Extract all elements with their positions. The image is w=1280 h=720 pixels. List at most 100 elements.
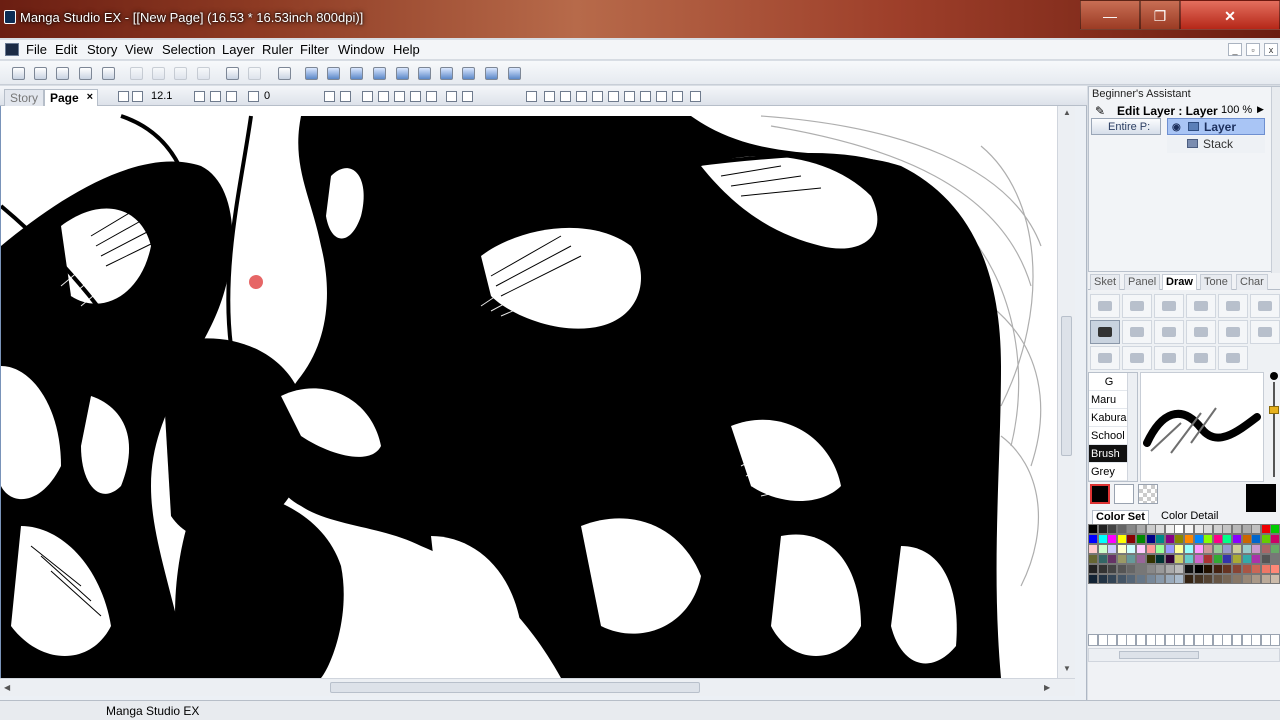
palette-color-cell[interactable] xyxy=(1164,564,1175,574)
palette-color-cell[interactable] xyxy=(1136,554,1146,564)
palette-color-cell[interactable] xyxy=(1203,554,1214,564)
palette-color-cell[interactable] xyxy=(1088,574,1098,584)
fit-page-icon[interactable] xyxy=(118,91,129,102)
palette-color-cell[interactable] xyxy=(1155,554,1166,564)
palette-color-cell[interactable] xyxy=(1164,534,1175,544)
palette-color-cell[interactable] xyxy=(1270,534,1280,544)
empty-color-slot[interactable] xyxy=(1241,634,1252,646)
palette-color-cell[interactable] xyxy=(1126,524,1137,534)
palette-color-cell[interactable] xyxy=(1222,524,1233,534)
redo-icon[interactable] xyxy=(248,67,261,80)
tab-sketch[interactable]: Sket xyxy=(1090,274,1121,290)
palette-color-cell[interactable] xyxy=(1203,564,1214,574)
tool-options-icon[interactable] xyxy=(327,67,340,80)
tab-close-icon[interactable]: × xyxy=(87,91,93,103)
new-story-icon[interactable] xyxy=(34,67,47,80)
palette-color-cell[interactable] xyxy=(1193,574,1204,584)
palette-color-cell[interactable] xyxy=(1126,534,1137,544)
palette-color-cell[interactable] xyxy=(1145,554,1156,564)
palette-color-cell[interactable] xyxy=(1116,564,1127,574)
preset-kabura[interactable]: Kabura xyxy=(1089,409,1127,427)
line-select-tool-icon[interactable] xyxy=(1186,294,1216,318)
preset-maru[interactable]: Maru xyxy=(1089,391,1127,409)
palette-color-cell[interactable] xyxy=(1251,544,1262,554)
show-rulers-icon[interactable] xyxy=(362,91,373,102)
empty-color-slot[interactable] xyxy=(1116,634,1127,646)
palette-color-cell[interactable] xyxy=(1232,534,1242,544)
palette-color-cell[interactable] xyxy=(1193,544,1204,554)
menu-window[interactable]: Window xyxy=(338,42,384,57)
palette-color-cell[interactable] xyxy=(1097,544,1108,554)
layer-row-stack[interactable]: Stack xyxy=(1167,136,1265,153)
panel-scroll-thumb[interactable] xyxy=(1119,651,1199,659)
palette-color-cell[interactable] xyxy=(1116,524,1127,534)
guide-snap-icon[interactable] xyxy=(672,91,683,102)
visibility-eye-icon[interactable]: ◉ xyxy=(1172,119,1181,136)
drawing-canvas[interactable] xyxy=(0,106,1057,678)
palette-color-cell[interactable] xyxy=(1222,544,1233,554)
menu-view[interactable]: View xyxy=(125,42,153,57)
copy-icon[interactable] xyxy=(152,67,165,80)
palette-color-cell[interactable] xyxy=(1270,544,1280,554)
pen-tool-icon[interactable] xyxy=(1090,320,1120,344)
save-icon[interactable] xyxy=(79,67,92,80)
fill-mode-icon[interactable] xyxy=(560,91,571,102)
empty-color-slot[interactable] xyxy=(1136,634,1146,646)
show-grid-icon[interactable] xyxy=(394,91,405,102)
palette-color-cell[interactable] xyxy=(1193,524,1204,534)
empty-color-slot[interactable] xyxy=(1155,634,1166,646)
palette-color-cell[interactable] xyxy=(1184,544,1194,554)
empty-color-slot[interactable] xyxy=(1145,634,1156,646)
preset-g[interactable]: G xyxy=(1089,373,1127,391)
palette-color-cell[interactable] xyxy=(1174,534,1185,544)
focus-line-tool-icon[interactable] xyxy=(1154,346,1184,370)
menu-edit[interactable]: Edit xyxy=(55,42,77,57)
palette-color-cell[interactable] xyxy=(1260,544,1271,554)
palette-color-cell[interactable] xyxy=(1241,534,1252,544)
palette-color-cell[interactable] xyxy=(1270,564,1280,574)
new-icon[interactable] xyxy=(12,67,25,80)
palette-color-cell[interactable] xyxy=(1260,524,1271,534)
palette-color-cell[interactable] xyxy=(1097,554,1108,564)
palette-color-cell[interactable] xyxy=(1136,574,1146,584)
output-preview-icon[interactable] xyxy=(462,91,473,102)
palette-color-cell[interactable] xyxy=(1184,564,1194,574)
empty-color-slot[interactable] xyxy=(1203,634,1214,646)
palette-color-cell[interactable] xyxy=(1203,534,1214,544)
empty-color-slot[interactable] xyxy=(1174,634,1185,646)
empty-color-slot[interactable] xyxy=(1251,634,1262,646)
palette-color-cell[interactable] xyxy=(1184,554,1194,564)
menu-ruler[interactable]: Ruler xyxy=(262,42,293,57)
flip-vertical-icon[interactable] xyxy=(340,91,351,102)
rotation-value[interactable]: 0 xyxy=(264,90,270,102)
palette-color-cell[interactable] xyxy=(1260,554,1271,564)
document-menu-icon[interactable] xyxy=(5,43,19,56)
snap-icon[interactable] xyxy=(410,91,421,102)
empty-color-slot[interactable] xyxy=(1184,634,1194,646)
palette-color-cell[interactable] xyxy=(1107,554,1118,564)
tab-char[interactable]: Char xyxy=(1236,274,1268,290)
eraser-tool-icon[interactable] xyxy=(1218,320,1248,344)
palette-color-cell[interactable] xyxy=(1184,574,1194,584)
palette-color-cell[interactable] xyxy=(1203,524,1214,534)
grid-snap-icon[interactable] xyxy=(656,91,667,102)
tab-story[interactable]: Story xyxy=(4,89,45,106)
hatching-tool-icon[interactable] xyxy=(1186,346,1216,370)
palette-color-cell[interactable] xyxy=(1193,534,1204,544)
speed-line-icon[interactable] xyxy=(640,91,651,102)
undo-icon[interactable] xyxy=(226,67,239,80)
menu-story[interactable]: Story xyxy=(87,42,117,57)
palette-color-cell[interactable] xyxy=(1155,524,1166,534)
palette-color-cell[interactable] xyxy=(1222,534,1233,544)
palette-color-cell[interactable] xyxy=(1270,554,1280,564)
menu-help[interactable]: Help xyxy=(393,42,420,57)
palette-color-cell[interactable] xyxy=(1212,534,1223,544)
page-settings-icon[interactable] xyxy=(690,91,701,102)
magic-wand-tool-icon[interactable] xyxy=(1250,294,1280,318)
palette-color-cell[interactable] xyxy=(1203,544,1214,554)
entire-page-button[interactable]: Entire P: xyxy=(1091,118,1161,135)
paste-icon[interactable] xyxy=(174,67,187,80)
palette-color-cell[interactable] xyxy=(1088,564,1098,574)
transparency-icon[interactable] xyxy=(426,91,437,102)
tab-color-detail[interactable]: Color Detail xyxy=(1158,510,1221,524)
